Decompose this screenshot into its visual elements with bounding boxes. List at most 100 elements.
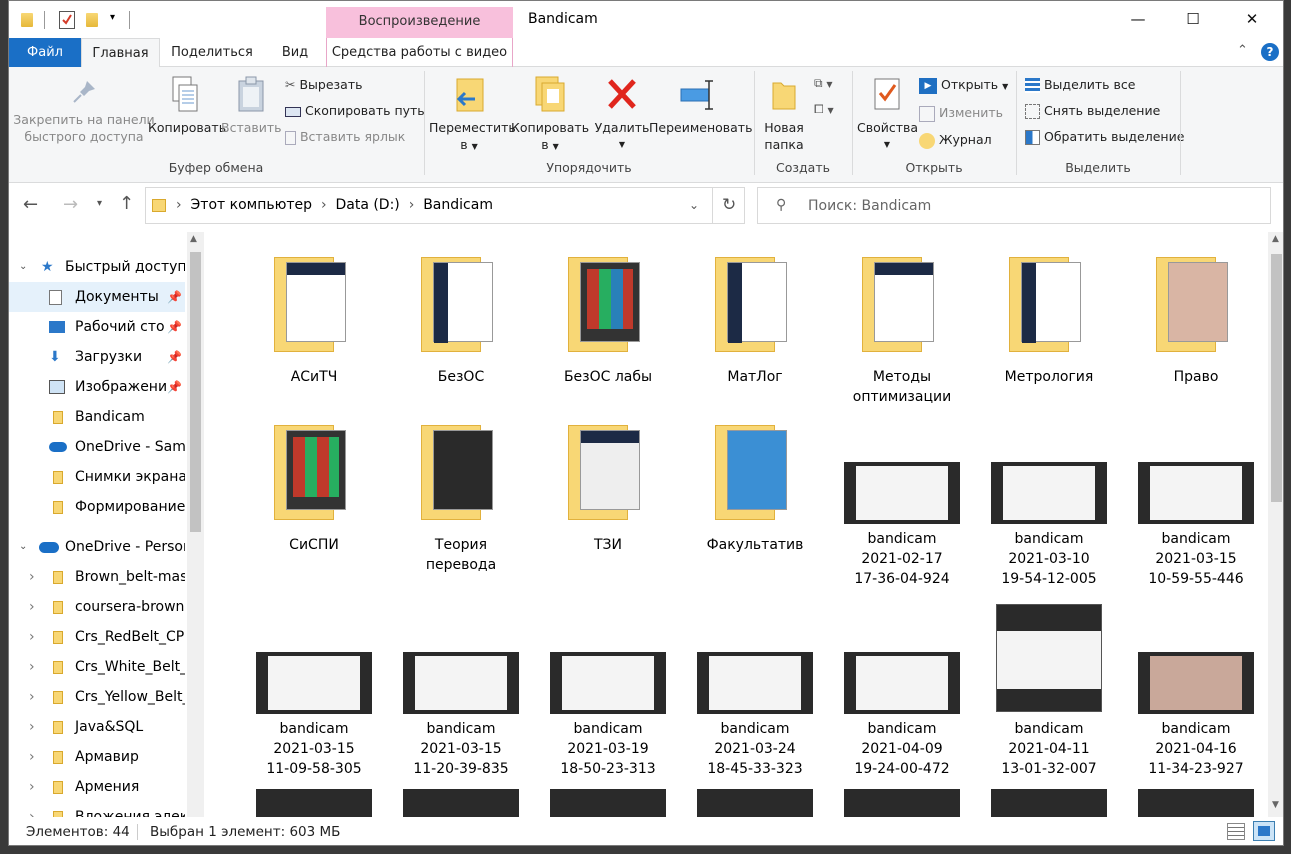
- folder-item[interactable]: МатЛог: [682, 252, 828, 387]
- collapse-ribbon-icon[interactable]: ⌃: [1237, 43, 1248, 58]
- scroll-down-icon[interactable]: ▼: [1272, 800, 1279, 810]
- properties-button[interactable]: Свойства ▼: [857, 75, 918, 153]
- nav-item-formirovanie[interactable]: Формирование: [9, 492, 185, 522]
- details-view-icon[interactable]: [1227, 823, 1245, 840]
- edit-button[interactable]: Изменить: [919, 105, 1003, 122]
- folder-item[interactable]: АСиТЧ: [241, 252, 387, 387]
- paste-button[interactable]: Вставить: [221, 75, 282, 136]
- video-thumbnail[interactable]: [991, 789, 1107, 817]
- nav-quick-access[interactable]: ⌄ ★ Быстрый доступ: [9, 252, 185, 282]
- nav-item-folder[interactable]: › coursera-brown-: [9, 592, 185, 622]
- properties-quick-icon[interactable]: [59, 11, 75, 29]
- search-box[interactable]: ⚲ Поиск: Bandicam: [757, 187, 1271, 224]
- tab-share[interactable]: Поделиться: [162, 38, 262, 67]
- video-item[interactable]: bandicam 2021-03-15 11-20-39-835: [388, 652, 534, 779]
- minimize-button[interactable]: —: [1115, 1, 1161, 38]
- tab-view[interactable]: Вид: [271, 38, 319, 67]
- content-scrollbar[interactable]: ▲ ▼: [1268, 232, 1283, 817]
- nav-item-folder[interactable]: › Армения: [9, 772, 185, 802]
- history-button[interactable]: Журнал: [919, 132, 992, 149]
- close-button[interactable]: ✕: [1229, 1, 1275, 38]
- tab-home[interactable]: Главная: [81, 38, 160, 68]
- new-folder-button[interactable]: Новая папка: [759, 75, 809, 153]
- folder-item[interactable]: Факультатив: [682, 420, 828, 555]
- breadcrumb-item-drive[interactable]: Data (D:): [335, 197, 399, 213]
- address-dropdown-button[interactable]: ⌄: [689, 198, 699, 212]
- back-button[interactable]: ←: [23, 194, 38, 215]
- folder-item[interactable]: БезОС: [388, 252, 534, 387]
- maximize-button[interactable]: ☐: [1170, 1, 1216, 38]
- scroll-thumb[interactable]: [1271, 254, 1282, 502]
- folder-item[interactable]: БезОС лабы: [535, 252, 681, 387]
- nav-item-folder[interactable]: › Армавир: [9, 742, 185, 772]
- folder-item[interactable]: Метрология: [976, 252, 1122, 387]
- delete-button[interactable]: Удалить ▼: [594, 75, 650, 153]
- paste-shortcut-button[interactable]: Вставить ярлык: [285, 129, 405, 145]
- video-thumbnail[interactable]: [550, 789, 666, 817]
- nav-item-folder[interactable]: › Brown_belt-mast: [9, 562, 185, 592]
- nav-item-pictures[interactable]: Изображени 📌: [9, 372, 185, 402]
- nav-item-folder[interactable]: › Вложения элект: [9, 802, 185, 817]
- folder-item[interactable]: Теория перевода: [388, 420, 534, 575]
- help-icon[interactable]: ?: [1261, 43, 1279, 61]
- nav-item-screenshots[interactable]: Снимки экрана: [9, 462, 185, 492]
- new-folder-quick-icon[interactable]: [86, 13, 98, 27]
- new-item-button[interactable]: ⧉ ▼: [814, 76, 833, 91]
- invert-selection-button[interactable]: Обратить выделение: [1025, 129, 1184, 145]
- copy-to-button[interactable]: Копировать в ▼: [511, 75, 589, 155]
- nav-item-onedrive-sama[interactable]: OneDrive - Sama: [9, 432, 185, 462]
- cut-button[interactable]: ✂ Вырезать: [285, 77, 363, 92]
- nav-scrollbar[interactable]: ▲: [187, 232, 204, 817]
- easy-access-button[interactable]: ⧠ ▼: [814, 102, 834, 117]
- rename-button[interactable]: Переименовать: [649, 75, 752, 136]
- large-icons-view-icon[interactable]: [1253, 821, 1275, 841]
- move-to-button[interactable]: Переместить в ▼: [429, 75, 516, 155]
- select-none-button[interactable]: Снять выделение: [1025, 103, 1160, 119]
- video-thumbnail[interactable]: [1138, 789, 1254, 817]
- nav-item-folder[interactable]: › Crs_White_Belt_C: [9, 652, 185, 682]
- nav-item-folder[interactable]: › Crs_RedBelt_CPP: [9, 622, 185, 652]
- scroll-up-icon[interactable]: ▲: [190, 234, 197, 244]
- video-item[interactable]: bandicam 2021-03-10 19-54-12-005: [976, 462, 1122, 589]
- pin-quick-access-button[interactable]: Закрепить на панели быстрого доступа: [13, 77, 155, 145]
- copy-button[interactable]: Копировать: [148, 75, 226, 136]
- video-item[interactable]: bandicam 2021-03-15 11-09-58-305: [241, 652, 387, 779]
- folder-item[interactable]: Право: [1123, 252, 1268, 387]
- video-item[interactable]: bandicam 2021-02-17 17-36-04-924: [829, 462, 975, 589]
- up-button[interactable]: ↑: [119, 193, 134, 214]
- video-thumbnail[interactable]: [256, 789, 372, 817]
- video-item[interactable]: bandicam 2021-03-15 10-59-55-446: [1123, 462, 1268, 589]
- scroll-up-icon[interactable]: ▲: [1272, 234, 1279, 244]
- folder-item[interactable]: ТЗИ: [535, 420, 681, 555]
- video-item[interactable]: bandicam 2021-04-16 11-34-23-927: [1123, 652, 1268, 779]
- nav-onedrive-personal[interactable]: ⌄ OneDrive - Person: [9, 532, 185, 562]
- video-item[interactable]: bandicam 2021-03-24 18-45-33-323: [682, 652, 828, 779]
- nav-item-bandicam[interactable]: Bandicam: [9, 402, 185, 432]
- nav-item-desktop[interactable]: Рабочий сто 📌: [9, 312, 185, 342]
- nav-item-folder[interactable]: › Crs_Yellow_Belt_C: [9, 682, 185, 712]
- address-bar[interactable]: › Этот компьютер › Data (D:) › Bandicam …: [145, 187, 745, 224]
- refresh-button[interactable]: ↻: [722, 195, 736, 215]
- select-all-button[interactable]: Выделить все: [1025, 77, 1135, 93]
- customize-quick-access-icon[interactable]: ▾: [110, 12, 115, 23]
- copy-path-button[interactable]: Скопировать путь: [285, 103, 425, 118]
- scroll-thumb[interactable]: [190, 252, 201, 532]
- tab-file[interactable]: Файл: [9, 38, 81, 67]
- video-item[interactable]: bandicam 2021-03-19 18-50-23-313: [535, 652, 681, 779]
- video-item[interactable]: bandicam 2021-04-09 19-24-00-472: [829, 652, 975, 779]
- video-item[interactable]: bandicam 2021-04-11 13-01-32-007: [976, 604, 1122, 779]
- nav-item-documents[interactable]: Документы 📌: [9, 282, 185, 312]
- open-button[interactable]: ▶ Открыть ▼: [919, 77, 1008, 94]
- nav-item-downloads[interactable]: ⬇ Загрузки 📌: [9, 342, 185, 372]
- search-input[interactable]: Поиск: Bandicam: [808, 198, 931, 214]
- breadcrumb-item-folder[interactable]: Bandicam: [423, 197, 493, 213]
- recent-locations-button[interactable]: ▾: [97, 198, 102, 209]
- video-thumbnail[interactable]: [844, 789, 960, 817]
- tab-video-tools[interactable]: Средства работы с видео: [326, 38, 513, 67]
- folder-item[interactable]: Методы оптимизации: [829, 252, 975, 407]
- forward-button[interactable]: →: [63, 194, 78, 215]
- nav-item-folder[interactable]: › Java&SQL: [9, 712, 185, 742]
- video-thumbnail[interactable]: [403, 789, 519, 817]
- folder-item[interactable]: СиСПИ: [241, 420, 387, 555]
- video-thumbnail[interactable]: [697, 789, 813, 817]
